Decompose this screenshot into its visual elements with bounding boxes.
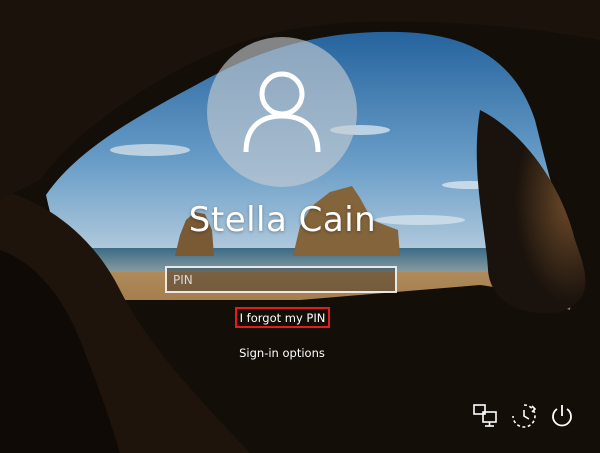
user-name: Stella Cain: [188, 200, 377, 240]
pin-input[interactable]: [165, 266, 397, 293]
power-icon[interactable]: [548, 402, 576, 430]
user-icon: [243, 71, 321, 153]
ease-of-access-icon[interactable]: [510, 402, 538, 430]
network-icon[interactable]: [471, 402, 499, 430]
user-avatar: [207, 37, 357, 187]
forgot-pin-link[interactable]: I forgot my PIN: [235, 307, 330, 328]
sign-in-options-link[interactable]: Sign-in options: [232, 346, 332, 360]
